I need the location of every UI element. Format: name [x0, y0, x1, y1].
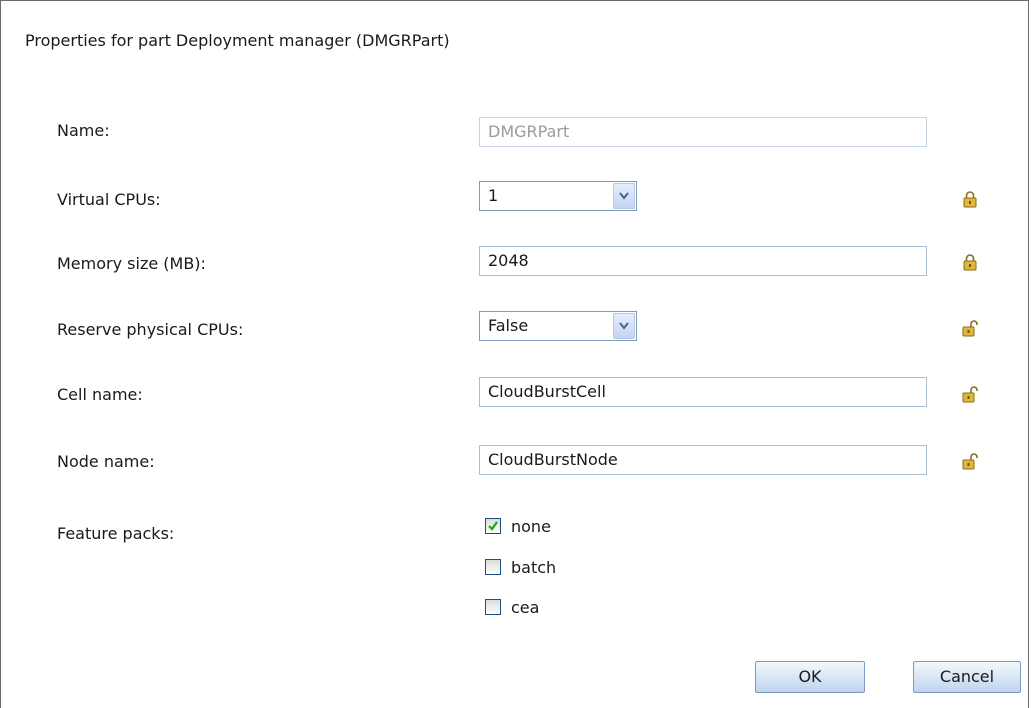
- feature-pack-batch[interactable]: batch: [485, 556, 556, 578]
- reserve-cpus-select[interactable]: False: [479, 311, 637, 341]
- checkbox-checked[interactable]: [485, 518, 501, 534]
- memory-field[interactable]: 2048: [479, 246, 927, 276]
- reserve-cpus-value: False: [488, 316, 529, 335]
- virtual-cpus-label: Virtual CPUs:: [57, 190, 161, 209]
- lock-open-icon[interactable]: [962, 385, 978, 403]
- cell-name-field[interactable]: CloudBurstCell: [479, 377, 927, 407]
- feature-packs-label: Feature packs:: [57, 524, 175, 543]
- cancel-button[interactable]: Cancel: [913, 661, 1021, 693]
- feature-pack-none[interactable]: none: [485, 515, 551, 537]
- virtual-cpus-select[interactable]: 1: [479, 181, 637, 211]
- feature-pack-label: cea: [511, 597, 540, 617]
- feature-pack-label: batch: [511, 557, 557, 577]
- ok-button[interactable]: OK: [755, 661, 865, 693]
- name-label: Name:: [57, 121, 110, 140]
- chevron-down-icon[interactable]: [613, 183, 635, 209]
- lock-closed-icon[interactable]: [963, 253, 977, 271]
- name-field: DMGRPart: [479, 117, 927, 147]
- virtual-cpus-value: 1: [488, 186, 499, 205]
- feature-pack-cea[interactable]: cea: [485, 596, 539, 618]
- node-name-label: Node name:: [57, 452, 155, 471]
- memory-label: Memory size (MB):: [57, 254, 206, 273]
- node-name-field[interactable]: CloudBurstNode: [479, 445, 927, 475]
- lock-closed-icon[interactable]: [963, 190, 977, 208]
- feature-pack-label: none: [511, 516, 551, 536]
- checkbox-unchecked[interactable]: [485, 559, 501, 575]
- checkbox-unchecked[interactable]: [485, 599, 501, 615]
- cell-name-label: Cell name:: [57, 385, 143, 404]
- lock-open-icon[interactable]: [962, 452, 978, 470]
- chevron-down-icon[interactable]: [613, 313, 635, 339]
- properties-dialog: Properties for part Deployment manager (…: [0, 0, 1029, 708]
- lock-open-icon[interactable]: [962, 319, 978, 337]
- dialog-title: Properties for part Deployment manager (…: [25, 31, 450, 50]
- reserve-cpus-label: Reserve physical CPUs:: [57, 320, 244, 339]
